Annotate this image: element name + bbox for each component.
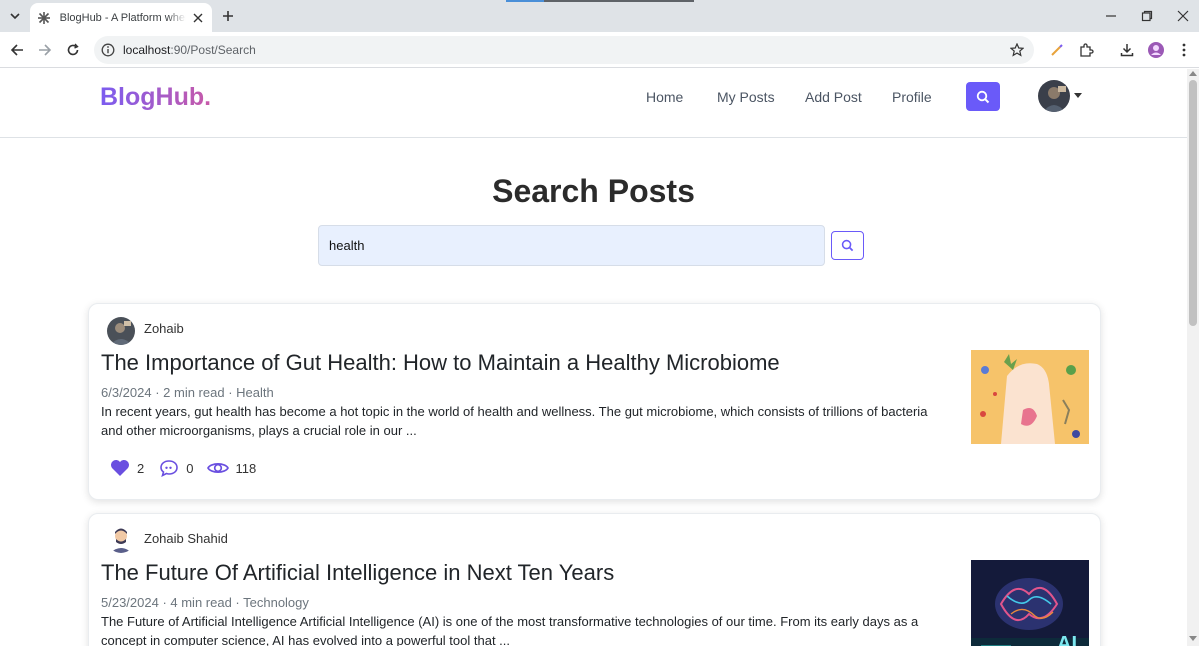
like-count: 2 (137, 460, 145, 476)
back-arrow-icon[interactable] (6, 39, 28, 61)
nav-my-posts[interactable]: My Posts (717, 89, 775, 105)
browser-tab[interactable]: BlogHub - A Platform where yo (30, 3, 212, 32)
search-icon (976, 90, 990, 103)
download-icon[interactable] (1116, 39, 1138, 61)
eye-icon (207, 457, 230, 479)
window-close-icon[interactable] (1173, 6, 1193, 26)
post-thumbnail[interactable]: AI (971, 560, 1089, 646)
brand-logo[interactable]: BlogHub. (100, 83, 211, 112)
restore-icon[interactable] (1137, 6, 1157, 26)
author-name[interactable]: Zohaib Shahid (144, 531, 228, 546)
page-scrollbar[interactable] (1187, 69, 1199, 646)
pen-extension-icon[interactable] (1046, 39, 1068, 61)
search-input[interactable] (318, 225, 825, 266)
post-meta: 6/3/2024 · 2 min read · Health (101, 385, 274, 400)
tab-title: BlogHub - A Platform where yo (59, 11, 187, 24)
search-icon (841, 239, 854, 252)
site-info-icon[interactable] (100, 42, 116, 58)
comment-count: 0 (186, 460, 194, 476)
menu-dots-icon[interactable] (1173, 39, 1195, 61)
author-name[interactable]: Zohaib (144, 321, 184, 336)
forward-arrow-icon[interactable] (34, 39, 56, 61)
tab-search-chevron-icon[interactable] (4, 5, 26, 27)
nav-profile[interactable]: Profile (892, 89, 932, 105)
close-icon[interactable] (190, 10, 206, 26)
post-thumbnail[interactable] (971, 350, 1089, 444)
post-title[interactable]: The Importance of Gut Health: How to Mai… (101, 350, 780, 376)
post-excerpt: In recent years, gut health has become a… (101, 404, 928, 438)
browser-tab-bar: BlogHub - A Platform where yo (0, 0, 1199, 32)
post-stats: 2 0 118 (109, 457, 270, 479)
favicon-icon (36, 10, 52, 26)
nav-search-button[interactable] (966, 82, 1000, 111)
url-text: localhost:90/Post/Search (123, 43, 256, 57)
view-count: 118 (235, 460, 257, 476)
scroll-down-icon[interactable] (1189, 636, 1197, 641)
reload-icon[interactable] (62, 39, 84, 61)
extensions-puzzle-icon[interactable] (1075, 39, 1097, 61)
author-avatar (107, 317, 135, 345)
post-card[interactable]: Zohaib The Importance of Gut Health: How… (88, 303, 1101, 500)
author-avatar (107, 525, 135, 553)
user-avatar[interactable] (1038, 80, 1070, 112)
site-navbar: BlogHub. Home My Posts Add Post Profile (0, 69, 1187, 138)
heart-icon[interactable] (109, 457, 131, 479)
tab-loading-indicator (506, 0, 694, 2)
post-card[interactable]: Zohaib Shahid The Future Of Artificial I… (88, 513, 1101, 646)
profile-avatar-icon[interactable] (1145, 39, 1167, 61)
nav-add-post[interactable]: Add Post (805, 89, 862, 105)
dropdown-caret-icon[interactable] (1074, 93, 1082, 98)
scroll-up-icon[interactable] (1189, 71, 1197, 76)
address-bar[interactable]: localhost:90/Post/Search (94, 36, 1034, 64)
post-meta: 5/23/2024 · 4 min read · Technology (101, 595, 309, 610)
post-excerpt: The Future of Artificial Intelligence Ar… (101, 614, 919, 646)
post-title[interactable]: The Future Of Artificial Intelligence in… (101, 560, 614, 586)
minimize-icon[interactable] (1101, 6, 1121, 26)
search-submit-button[interactable] (831, 231, 864, 260)
bookmark-star-icon[interactable] (1008, 41, 1026, 59)
new-tab-plus-icon[interactable] (218, 6, 238, 26)
svg-text:AI: AI (1057, 633, 1077, 646)
nav-home[interactable]: Home (646, 89, 683, 105)
scrollbar-thumb[interactable] (1189, 80, 1197, 326)
page-title: Search Posts (492, 173, 695, 209)
browser-toolbar: localhost:90/Post/Search (0, 32, 1199, 68)
comment-icon[interactable] (158, 457, 180, 479)
